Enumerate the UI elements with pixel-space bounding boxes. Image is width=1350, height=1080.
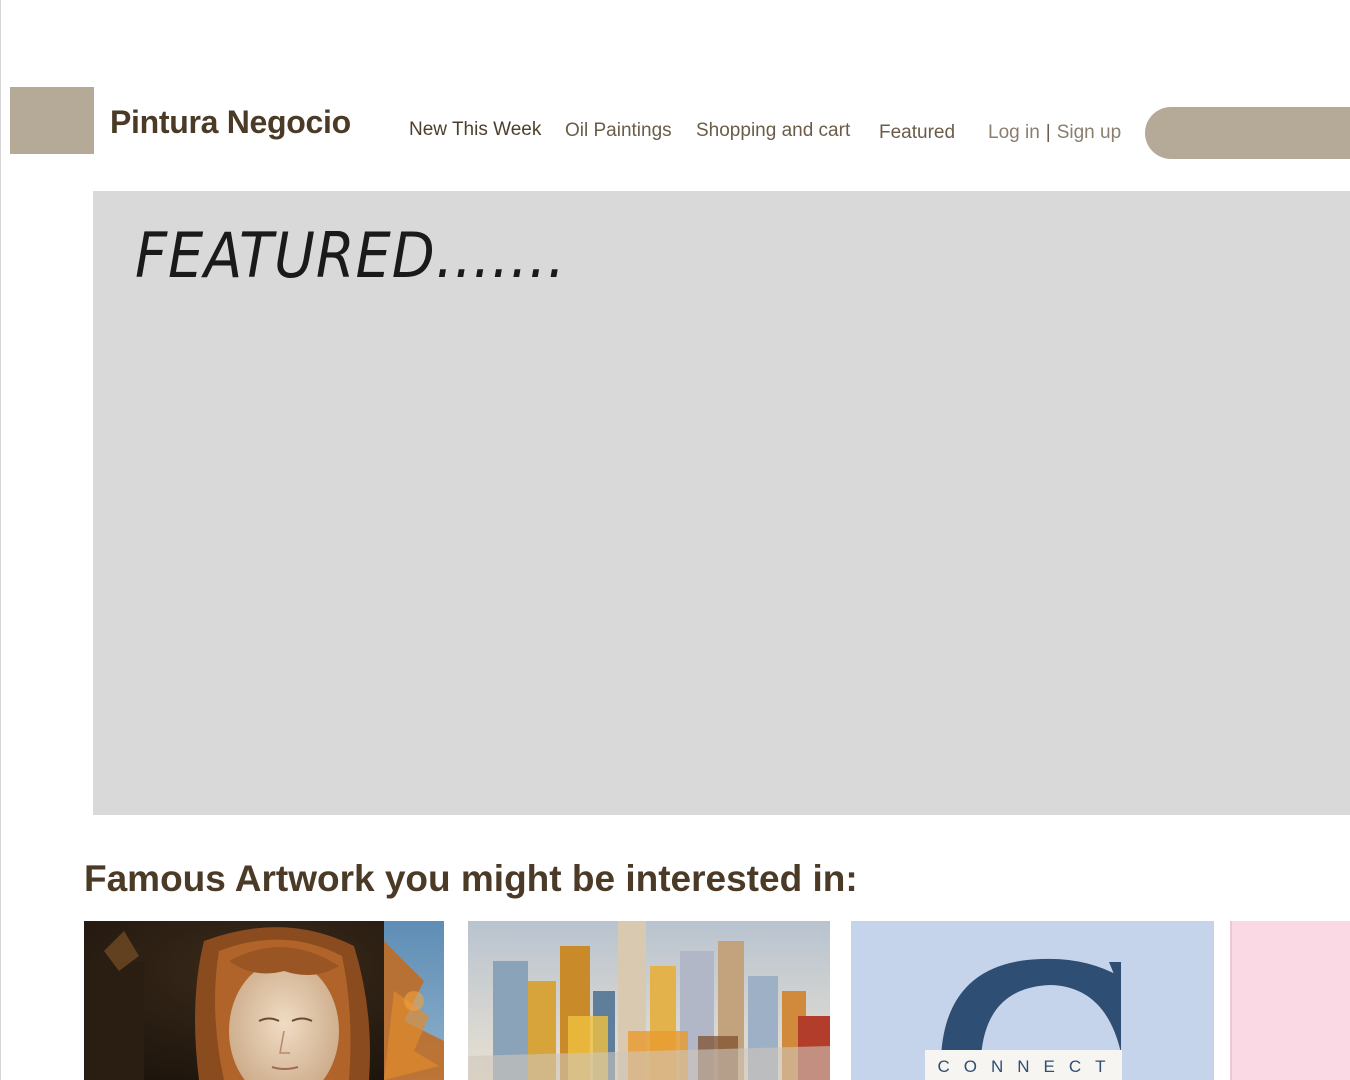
log-in-link[interactable]: Log in [988, 122, 1040, 143]
brand-name[interactable]: Pintura Negocio [110, 104, 351, 141]
artwork-card-city[interactable] [468, 921, 830, 1080]
auth-links: Log in | Sign up [988, 122, 1121, 144]
artwork-card-connect[interactable]: CONNECT [851, 921, 1214, 1080]
portrait-painting-image [84, 921, 444, 1080]
artwork-section-title: Famous Artwork you might be interested i… [84, 858, 858, 899]
featured-heading: FEATURED....... [135, 219, 567, 292]
page-left-border [0, 0, 1, 1080]
connect-logo-text: CONNECT [925, 1050, 1122, 1080]
auth-separator: | [1045, 122, 1051, 143]
sign-up-link[interactable]: Sign up [1057, 122, 1121, 143]
artwork-card-portrait[interactable] [84, 921, 444, 1080]
nav-featured[interactable]: Featured [879, 122, 955, 144]
city-skyline-painting-image [468, 921, 830, 1080]
connect-logo-mark-icon [941, 958, 1121, 1057]
logo-placeholder[interactable] [10, 87, 94, 154]
featured-banner[interactable]: FEATURED....... [93, 191, 1350, 815]
artwork-card-pink[interactable] [1230, 921, 1350, 1080]
nav-oil-paintings[interactable]: Oil Paintings [565, 120, 672, 142]
search-bar[interactable] [1145, 107, 1350, 159]
nav-new-this-week[interactable]: New This Week [409, 119, 541, 141]
nav-shopping-and-cart[interactable]: Shopping and cart [696, 120, 850, 142]
